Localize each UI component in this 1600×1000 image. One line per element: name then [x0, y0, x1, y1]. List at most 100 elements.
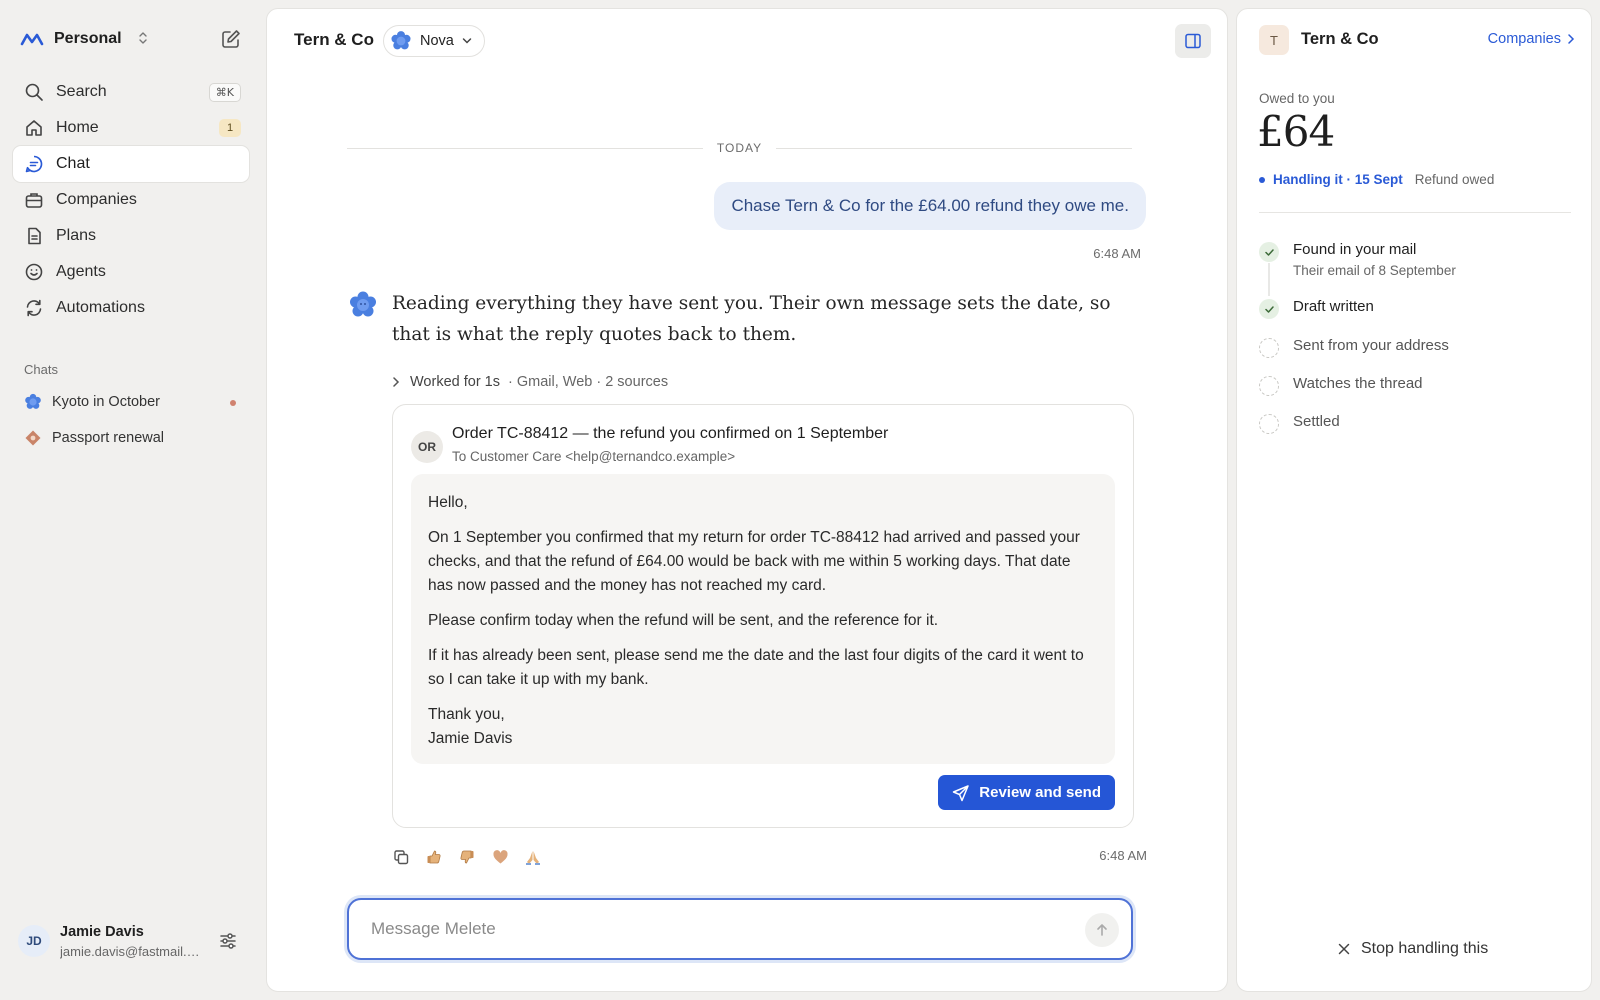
- nav-agents[interactable]: Agents: [13, 254, 249, 290]
- worked-meta: · Gmail, Web · 2 sources: [508, 374, 669, 390]
- email-subject: Order TC-88412 — the refund you confirme…: [452, 425, 889, 442]
- nav-plans[interactable]: Plans: [13, 218, 249, 254]
- nav-home[interactable]: Home 1: [13, 110, 249, 146]
- email-signoff: Thank you,: [428, 706, 505, 723]
- shortcut-hint: ⌘K: [208, 83, 241, 102]
- owed-amount: £64: [1257, 107, 1335, 156]
- thumbs-up-icon[interactable]: [424, 847, 444, 867]
- nav-label: Search: [56, 83, 107, 100]
- step-title: Settled: [1293, 413, 1340, 430]
- send-message-button[interactable]: [1085, 913, 1119, 947]
- step-title: Draft written: [1293, 298, 1374, 315]
- send-icon: [953, 784, 970, 801]
- stop-handling-button[interactable]: Stop handling this: [1337, 940, 1488, 958]
- worked-toggle[interactable]: Worked for 1s · Gmail, Web · 2 sources: [390, 374, 668, 390]
- nova-icon: [391, 31, 411, 50]
- chevron-updown-icon: [138, 31, 148, 48]
- pending-circle-icon: [1259, 414, 1279, 434]
- button-label: Stop handling this: [1361, 940, 1489, 957]
- owed-label: Owed to you: [1259, 91, 1335, 106]
- chevron-right-icon: [1568, 34, 1575, 44]
- email-greeting: Hello,: [428, 494, 468, 511]
- praying-hands-icon[interactable]: [523, 847, 543, 867]
- toggle-side-panel-button[interactable]: [1175, 24, 1211, 58]
- step-title: Sent from your address: [1293, 337, 1449, 354]
- user-profile[interactable]: JD Jamie Davis jamie.davis@fastmail.com: [18, 917, 244, 965]
- check-icon: [1259, 242, 1279, 262]
- email-paragraph: On 1 September you confirmed that my ret…: [428, 529, 1080, 594]
- pending-circle-icon: [1259, 376, 1279, 396]
- chat-icon: [25, 155, 43, 173]
- nova-icon: [25, 393, 41, 409]
- chevron-right-icon: [393, 377, 400, 387]
- nav-chat[interactable]: Chat: [13, 146, 249, 182]
- step-draft: Draft written: [1259, 298, 1571, 337]
- thumbs-down-icon[interactable]: [457, 847, 477, 867]
- button-label: Review and send: [979, 784, 1101, 801]
- user-info: Jamie Davis jamie.davis@fastmail.com: [60, 924, 200, 959]
- company-name: Tern & Co: [1301, 30, 1379, 48]
- close-icon: [1338, 943, 1350, 955]
- nav-label: Automations: [56, 299, 145, 316]
- email-paragraph: Please confirm today when the refund wil…: [428, 612, 939, 629]
- home-icon: [26, 120, 42, 136]
- nav-label: Plans: [56, 227, 97, 244]
- copy-icon[interactable]: [391, 847, 411, 867]
- assistant-message: Reading everything they have sent you. T…: [392, 293, 1111, 345]
- nova-avatar-icon: [350, 291, 376, 317]
- user-email: jamie.davis@fastmail.com: [60, 943, 200, 959]
- status-subtext: Refund owed: [1414, 172, 1495, 187]
- worked-label: Worked for 1s: [410, 374, 500, 390]
- app-logo-icon: [20, 33, 44, 46]
- chat-item-label: Kyoto in October: [52, 394, 160, 410]
- message-timestamp: 6:48 AM: [1099, 848, 1147, 863]
- agent-selector[interactable]: Nova: [383, 25, 485, 57]
- chevron-down-icon: [462, 38, 472, 44]
- briefcase-icon: [25, 193, 43, 208]
- compose-icon[interactable]: [220, 28, 242, 50]
- document-icon: [28, 227, 41, 245]
- avatar: OR: [411, 431, 443, 463]
- nav-label: Companies: [56, 191, 137, 208]
- smile-icon: [25, 263, 43, 281]
- pending-circle-icon: [1259, 338, 1279, 358]
- main-nav: Search ⌘K Home 1 Chat Companies Plans Ag…: [13, 74, 249, 326]
- chat-item-label: Passport renewal: [52, 430, 165, 446]
- unread-dot: [230, 400, 236, 406]
- search-icon: [25, 83, 43, 101]
- arrow-up-icon: [1097, 924, 1107, 936]
- status-line: Handling it · 15 Sept Refund owed: [1259, 172, 1494, 187]
- chat-panel: Tern & Co Nova TODAY Chase Tern & Co for…: [266, 8, 1228, 992]
- step-subtitle: Their email of 8 September: [1293, 263, 1456, 278]
- sliders-icon[interactable]: [218, 931, 238, 951]
- heart-icon[interactable]: [490, 847, 510, 867]
- page-title: Tern & Co: [294, 30, 374, 49]
- email-signature: Jamie Davis: [428, 730, 513, 747]
- nav-search[interactable]: Search ⌘K: [13, 74, 249, 110]
- status-dot: [1259, 176, 1265, 183]
- divider: [1259, 212, 1571, 213]
- progress-steps: Found in your mail Their email of 8 Sept…: [1259, 241, 1571, 451]
- workspace-name: Personal: [54, 30, 122, 47]
- count-badge: 1: [219, 119, 241, 137]
- step-found: Found in your mail Their email of 8 Sept…: [1259, 241, 1571, 298]
- workspace-switcher[interactable]: Personal: [20, 27, 148, 51]
- refresh-icon: [26, 299, 42, 317]
- message-timestamp: 6:48 AM: [1093, 246, 1141, 261]
- message-input[interactable]: [371, 919, 1051, 939]
- chats-section-label: Chats: [24, 362, 58, 377]
- chat-list: Kyoto in October Passport renewal: [13, 384, 249, 456]
- passport-icon: [25, 430, 41, 446]
- check-icon: [1259, 299, 1279, 319]
- chat-item-passport[interactable]: Passport renewal: [13, 420, 249, 456]
- chat-item-kyoto[interactable]: Kyoto in October: [13, 384, 249, 420]
- link-label: Companies: [1487, 31, 1561, 47]
- review-and-send-button[interactable]: Review and send: [938, 775, 1115, 810]
- agent-name: Nova: [420, 33, 454, 49]
- nav-companies[interactable]: Companies: [13, 182, 249, 218]
- step-sent: Sent from your address: [1259, 337, 1571, 375]
- companies-link[interactable]: Companies: [1488, 31, 1575, 47]
- message-composer: [347, 898, 1133, 960]
- nav-automations[interactable]: Automations: [13, 290, 249, 326]
- sidebar-panel-icon: [1185, 33, 1201, 49]
